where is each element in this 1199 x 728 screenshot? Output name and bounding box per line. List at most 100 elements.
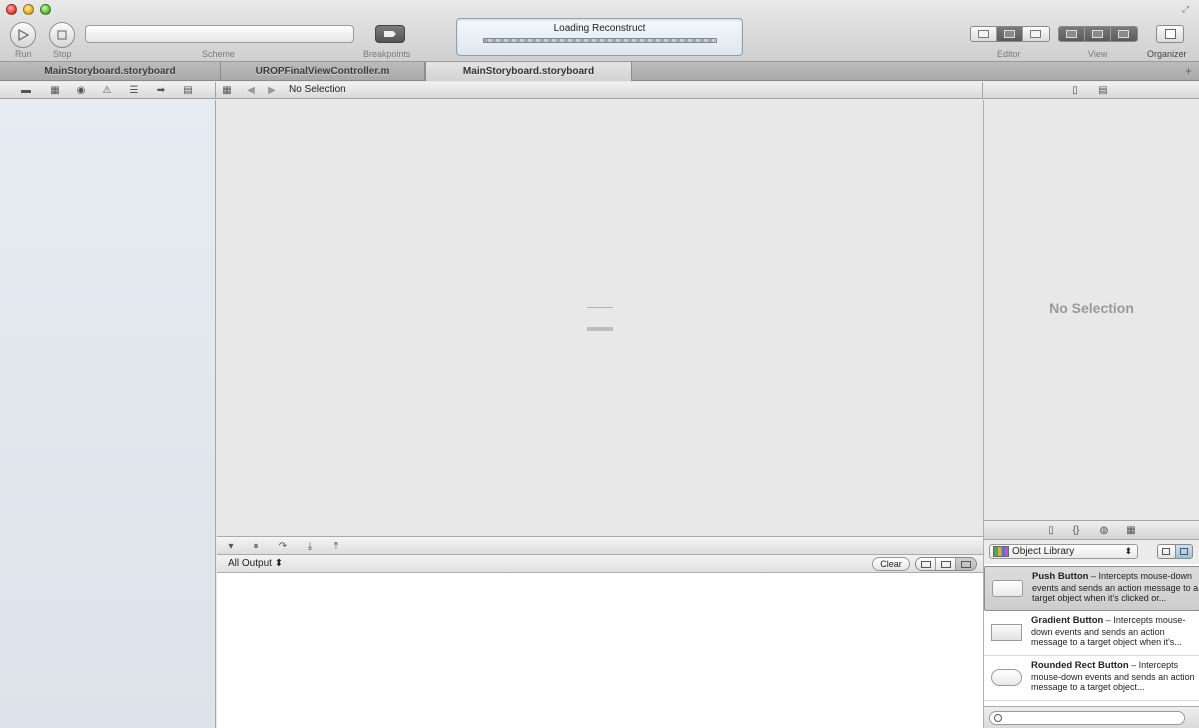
library-item-title: Gradient Button — [1031, 615, 1104, 626]
hide-debug-area-icon[interactable]: ▾ — [225, 541, 237, 552]
library-item-text: Push Button – Intercepts mouse-down even… — [1032, 571, 1199, 604]
library-view-segmented-control — [1157, 544, 1193, 559]
icon-view-button[interactable] — [1158, 545, 1175, 558]
new-tab-button[interactable]: + — [1185, 64, 1192, 78]
file-inspector-icon[interactable]: ▯ — [1069, 85, 1081, 96]
activity-title: Loading Reconstruct — [553, 23, 646, 34]
editor-placeholder-mark — [587, 327, 613, 331]
console-header: All Output ⬍ Clear — [217, 555, 983, 573]
library-selector-bar: ▯ {} ◍ ▦ — [983, 520, 1199, 540]
search-navigator-icon[interactable]: ◉ — [75, 85, 87, 96]
file-template-library-icon[interactable]: ▯ — [1045, 525, 1057, 536]
popup-arrows-icon: ⬍ — [1124, 546, 1132, 556]
toggle-debug-area-button[interactable] — [1085, 27, 1111, 41]
breakpoint-icon — [384, 31, 396, 37]
navigator-pane-icon — [1066, 30, 1077, 38]
tab-uropfinalviewcontroller[interactable]: UROPFinalViewController.m — [221, 62, 425, 81]
project-navigator-icon[interactable]: ▬ — [20, 85, 32, 96]
toggle-navigator-button[interactable] — [1059, 27, 1085, 41]
step-out-icon[interactable]: ⤒ — [330, 541, 342, 552]
object-library-icon[interactable]: ◍ — [1098, 525, 1110, 536]
console-output-area[interactable] — [217, 573, 983, 728]
list-view-button[interactable] — [1175, 545, 1192, 558]
pause-icon[interactable]: ⏸ — [250, 541, 262, 552]
breakpoints-label: Breakpoints — [363, 49, 411, 59]
fullscreen-icon[interactable]: ⤢ — [1182, 4, 1192, 14]
close-window-button[interactable] — [6, 4, 17, 15]
push-button-thumbnail — [992, 580, 1023, 597]
related-items-icon[interactable]: ▦ — [221, 85, 233, 96]
zoom-window-button[interactable] — [40, 4, 51, 15]
editor-segmented-control — [970, 26, 1050, 42]
library-popup[interactable]: Object Library ⬍ — [989, 544, 1138, 559]
library-item-gradient-button[interactable]: Gradient Button – Intercepts mouse-down … — [984, 611, 1199, 656]
forward-icon[interactable]: ▶ — [266, 85, 278, 96]
debug-bar: ▾ ⏸ ↷ ⤓ ⤒ — [217, 536, 983, 555]
debug-pane-icon — [1092, 30, 1103, 38]
jump-bar-selection[interactable]: No Selection — [289, 84, 346, 95]
log-navigator-icon[interactable]: ▤ — [182, 85, 194, 96]
assistant-editor-button[interactable] — [997, 27, 1023, 41]
library-filter-bar — [983, 706, 1199, 728]
inspector-empty-message: No Selection — [1049, 300, 1134, 316]
stop-icon — [57, 30, 67, 40]
grid-icon — [1162, 548, 1170, 555]
editor-placeholder-mark — [587, 307, 613, 308]
object-library-color-icon — [993, 546, 1009, 557]
variables-view-button[interactable] — [916, 558, 936, 570]
output-filter-popup[interactable]: All Output ⬍ — [228, 558, 283, 569]
activity-progress-bar — [483, 38, 717, 43]
console-view-button[interactable] — [956, 558, 976, 570]
library-item-title: Rounded Rect Button — [1031, 660, 1129, 671]
standard-editor-button[interactable] — [971, 27, 997, 41]
back-icon[interactable]: ◀ — [245, 85, 257, 96]
view-label: View — [1088, 49, 1108, 59]
filter-icon — [994, 714, 1002, 722]
breakpoints-button[interactable] — [375, 25, 405, 43]
library-filter-field[interactable] — [989, 711, 1185, 725]
console-view-segmented-control — [915, 557, 977, 571]
run-label: Run — [15, 49, 32, 59]
stop-label: Stop — [53, 49, 72, 59]
view-segmented-control — [1058, 26, 1138, 42]
clear-console-button[interactable]: Clear — [872, 557, 910, 571]
library-item-push-button[interactable]: Push Button – Intercepts mouse-down even… — [984, 566, 1199, 611]
console-view-icon — [961, 561, 971, 568]
scheme-popup[interactable] — [85, 25, 354, 43]
tab-bar: MainStoryboard.storyboard UROPFinalViewC… — [0, 62, 1199, 81]
activity-view: Loading Reconstruct — [456, 18, 743, 56]
run-button[interactable] — [10, 22, 36, 48]
toggle-utilities-button[interactable] — [1111, 27, 1137, 41]
step-over-icon[interactable]: ↷ — [277, 541, 289, 552]
variables-view-icon — [921, 561, 931, 568]
library-item-title: Push Button — [1032, 571, 1089, 582]
assistant-editor-icon — [1004, 30, 1015, 38]
minimize-window-button[interactable] — [23, 4, 34, 15]
navigator-selector-bar: ▬ ▦ ◉ ⚠ ☰ ➡ ▤ — [0, 82, 216, 99]
debug-navigator-icon[interactable]: ☰ — [128, 85, 140, 96]
tab-mainstoryboard-1[interactable]: MainStoryboard.storyboard — [0, 62, 221, 81]
list-icon — [1180, 548, 1188, 555]
organizer-button[interactable] — [1156, 25, 1184, 43]
version-editor-icon — [1030, 30, 1041, 38]
code-snippet-library-icon[interactable]: {} — [1070, 525, 1082, 536]
tab-mainstoryboard-2[interactable]: MainStoryboard.storyboard — [425, 62, 632, 81]
step-into-icon[interactable]: ⤓ — [304, 541, 316, 552]
media-library-icon[interactable]: ▦ — [1125, 525, 1137, 536]
library-item-rounded-rect-button[interactable]: Rounded Rect Button – Intercepts mouse-d… — [984, 656, 1199, 701]
split-view-button[interactable] — [936, 558, 956, 570]
toolbar: ⤢ Run Stop Scheme Breakpoints Loading Re… — [0, 0, 1199, 62]
standard-editor-icon — [978, 30, 989, 38]
library-item-text: Rounded Rect Button – Intercepts mouse-d… — [1031, 660, 1199, 693]
library-popup-label: Object Library — [1012, 546, 1075, 557]
navigator-area — [0, 100, 216, 728]
gradient-button-thumbnail — [991, 624, 1022, 641]
breakpoint-navigator-icon[interactable]: ➡ — [155, 85, 167, 96]
version-editor-button[interactable] — [1023, 27, 1049, 41]
issue-navigator-icon[interactable]: ⚠ — [101, 85, 113, 96]
stop-button[interactable] — [49, 22, 75, 48]
quick-help-icon[interactable]: ▤ — [1097, 85, 1109, 96]
library-list: Push Button – Intercepts mouse-down even… — [983, 564, 1199, 706]
scheme-label: Scheme — [202, 49, 236, 59]
symbol-navigator-icon[interactable]: ▦ — [49, 85, 61, 96]
